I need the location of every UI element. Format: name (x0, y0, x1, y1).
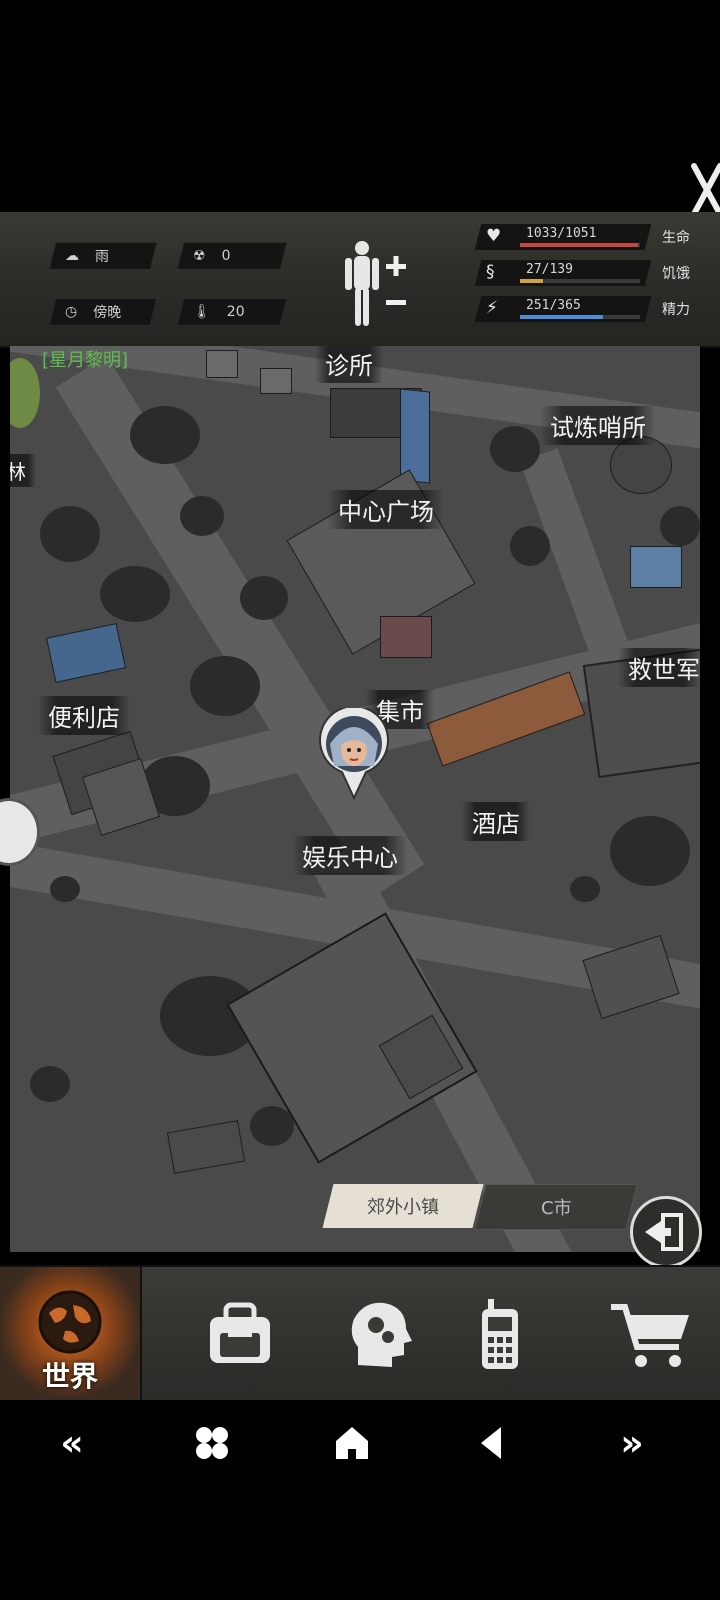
player-location-marker[interactable] (316, 705, 392, 802)
energy-icon: ⚡ (486, 298, 498, 318)
bottom-nav: 世界 (0, 1265, 720, 1402)
system-nav-bar: « » (0, 1400, 720, 1486)
energy-stat: ⚡ 251/365 精力 (474, 296, 700, 322)
radio-icon (482, 1298, 518, 1369)
back-triangle-icon[interactable] (462, 1418, 522, 1468)
exit-map-button[interactable] (630, 1196, 702, 1268)
health-label: 生命 (662, 230, 690, 246)
weather-chip: ☁ 雨 (48, 242, 158, 270)
rain-cloud-icon: ☁ (65, 248, 79, 264)
temperature-chip: 🌡 20 (176, 298, 288, 326)
nav-backpack[interactable] (170, 1267, 310, 1402)
tab-c-city-label: C市 (540, 1198, 572, 1219)
clock-icon: ◷ (65, 304, 78, 320)
health-stat: ♥ 1033/1051 生命 (474, 224, 700, 250)
tab-suburb-town[interactable]: 郊外小镇 (322, 1184, 484, 1228)
radiation-chip: ☢ 0 (176, 242, 288, 270)
globe-icon (38, 1290, 102, 1354)
brain-icon (351, 1302, 412, 1367)
nav-shop[interactable] (580, 1267, 720, 1402)
body-figure-icon (345, 241, 406, 326)
time-value: 傍晚 (93, 305, 122, 321)
nav-radio[interactable] (430, 1267, 570, 1402)
map-label-central-square[interactable]: 中心广场 (328, 490, 444, 529)
map-label-clinic[interactable]: 诊所 (315, 346, 383, 383)
map-label-faction: [星月黎明] (42, 350, 129, 371)
tab-suburb-town-label: 郊外小镇 (367, 1197, 439, 1218)
map-label-hotel[interactable]: 酒店 (462, 802, 530, 841)
nav-skills[interactable] (310, 1267, 450, 1402)
home-icon[interactable] (322, 1418, 382, 1468)
stomach-icon: § (486, 262, 495, 282)
time-chip: ◷ 傍晚 (48, 298, 158, 326)
hunger-bar (520, 279, 544, 283)
map-label-convenience-store[interactable]: 便利店 (38, 696, 130, 735)
hunger-stat: § 27/139 饥饿 (474, 260, 700, 286)
radiation-value: 0 (221, 248, 231, 264)
nav-world-label: 世界 (41, 1360, 98, 1393)
thermometer-icon: 🌡 (193, 304, 211, 320)
backpack-icon (210, 1302, 270, 1363)
weather-value: 雨 (95, 249, 109, 265)
hunger-value: 27/139 (526, 262, 573, 277)
map-label-trial-post[interactable]: 试炼哨所 (540, 406, 656, 445)
player-avatar (319, 705, 389, 801)
health-value: 1033/1051 (526, 226, 597, 241)
energy-bar (520, 315, 603, 319)
apps-grid-icon[interactable] (182, 1418, 242, 1468)
exit-door-icon (645, 1213, 683, 1251)
nav-world[interactable]: 世界 (0, 1267, 142, 1402)
body-status-button[interactable] (340, 238, 420, 330)
radiation-icon: ☢ (193, 248, 206, 264)
health-bar (520, 243, 638, 247)
map-label-forest[interactable]: 林 (10, 454, 36, 487)
double-right-chevron-icon[interactable]: » (602, 1418, 662, 1468)
world-map[interactable]: [星月黎明] 诊所 试炼哨所 林 中心广场 救世军 便利店 集市 酒店 娱乐中心 (10, 346, 700, 1252)
hunger-label: 饥饿 (662, 266, 690, 282)
double-left-chevron-icon[interactable]: « (42, 1418, 102, 1468)
heart-icon: ♥ (486, 226, 502, 246)
temperature-value: 20 (226, 304, 245, 320)
energy-label: 精力 (662, 302, 690, 318)
cart-icon (611, 1303, 689, 1367)
energy-value: 251/365 (526, 298, 581, 313)
map-label-entertainment-center[interactable]: 娱乐中心 (292, 836, 408, 875)
map-label-rescue-army[interactable]: 救世军 (618, 648, 700, 687)
tab-c-city[interactable]: C市 (474, 1184, 638, 1230)
status-hud: ☁ 雨 ☢ 0 ◷ 傍晚 🌡 20 ♥ 1033/1051 生命 § 27/13… (0, 212, 720, 348)
